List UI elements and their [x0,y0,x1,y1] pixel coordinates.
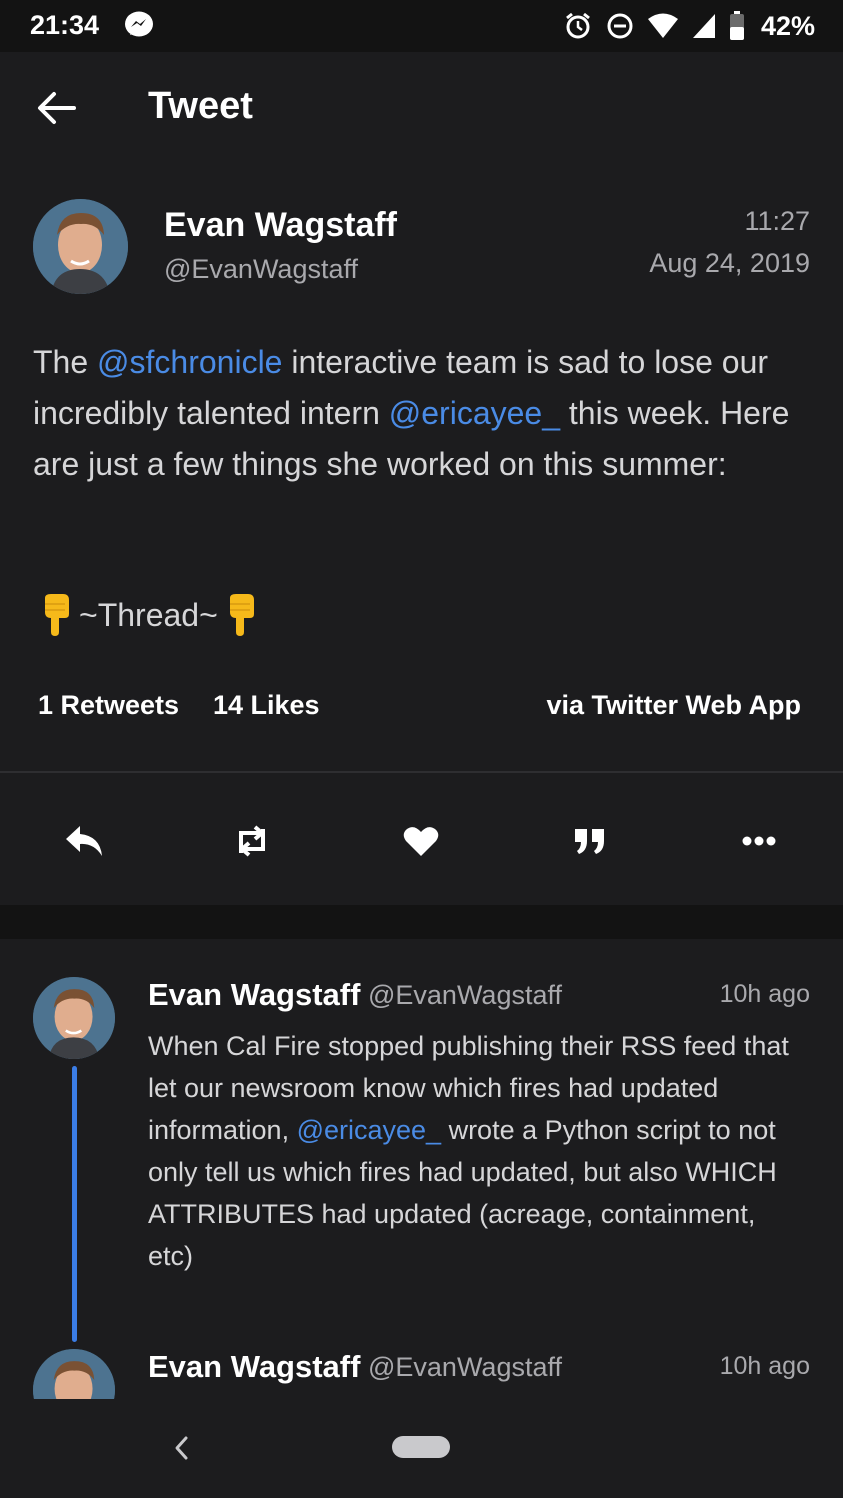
thread-connector [72,1066,77,1342]
pointing-down-icon [45,594,69,636]
reply-time: 10h ago [719,980,810,1008]
battery-percent: 42% [760,10,815,41]
reply-author-handle[interactable]: @EvanWagstaff [368,1352,562,1383]
reply-author-name[interactable]: Evan Wagstaff [148,977,360,1013]
reply-author-name[interactable]: Evan Wagstaff [148,1349,360,1385]
mention-link[interactable]: @ericayee_ [297,1115,441,1145]
do-not-disturb-icon [607,13,633,39]
tweet-date: Aug 24, 2019 [649,248,810,278]
pointing-down-icon [229,594,254,636]
section-separator [0,905,843,939]
author-name[interactable]: Evan Wagstaff [164,206,397,245]
reply-time: 10h ago [719,1352,810,1380]
status-icons: 42% [563,9,815,43]
messenger-icon [125,11,153,37]
reply-text: When Cal Fire stopped publishing their R… [148,1025,798,1277]
retweet-icon [238,825,266,857]
heart-icon [403,827,439,856]
signal-icon [692,14,715,38]
action-bar [0,773,843,905]
home-pill-icon[interactable] [392,1436,450,1458]
tweet-time: 11:27 [744,206,810,236]
thread-text: ~Thread~ [79,596,218,633]
reply-icon [66,826,102,856]
battery-icon [729,11,744,40]
more-button[interactable] [737,819,781,863]
more-icon [742,836,776,846]
nav-back-icon[interactable] [170,1435,194,1461]
alarm-icon [566,12,590,39]
avatar[interactable] [33,199,128,294]
mention-link[interactable]: @sfchronicle [97,344,282,380]
wifi-icon [647,13,678,38]
status-bar: 21:34 42% [0,0,843,52]
avatar[interactable] [33,1349,115,1399]
page-title: Tweet [148,85,253,127]
like-count[interactable]: 14 Likes [213,690,320,721]
status-time: 21:34 [30,10,100,40]
tweet-stats: 1 Retweets 14 Likes via Twitter Web App [0,690,843,730]
tweet-text-part: The [33,344,98,380]
replies-list: Evan Wagstaff @EvanWagstaff 10h ago When… [0,939,843,1399]
retweet-button[interactable] [230,819,274,863]
thread-label: ~Thread~ [33,594,264,636]
like-button[interactable] [399,819,443,863]
system-nav-bar [0,1399,843,1498]
app-bar: Tweet [0,52,843,162]
retweet-count[interactable]: 1 Retweets [38,690,179,721]
arrow-left-icon[interactable] [34,88,78,128]
source-app: via Twitter Web App [546,690,801,720]
author-handle[interactable]: @EvanWagstaff [164,254,358,285]
reply-button[interactable] [62,819,106,863]
avatar[interactable] [33,977,115,1059]
quote-button[interactable] [568,819,612,863]
tweet-text: The @sfchronicle interactive team is sad… [33,337,813,490]
reply-author-handle[interactable]: @EvanWagstaff [368,980,562,1011]
quote-icon [575,829,604,854]
mention-link[interactable]: @ericayee_ [389,395,560,431]
